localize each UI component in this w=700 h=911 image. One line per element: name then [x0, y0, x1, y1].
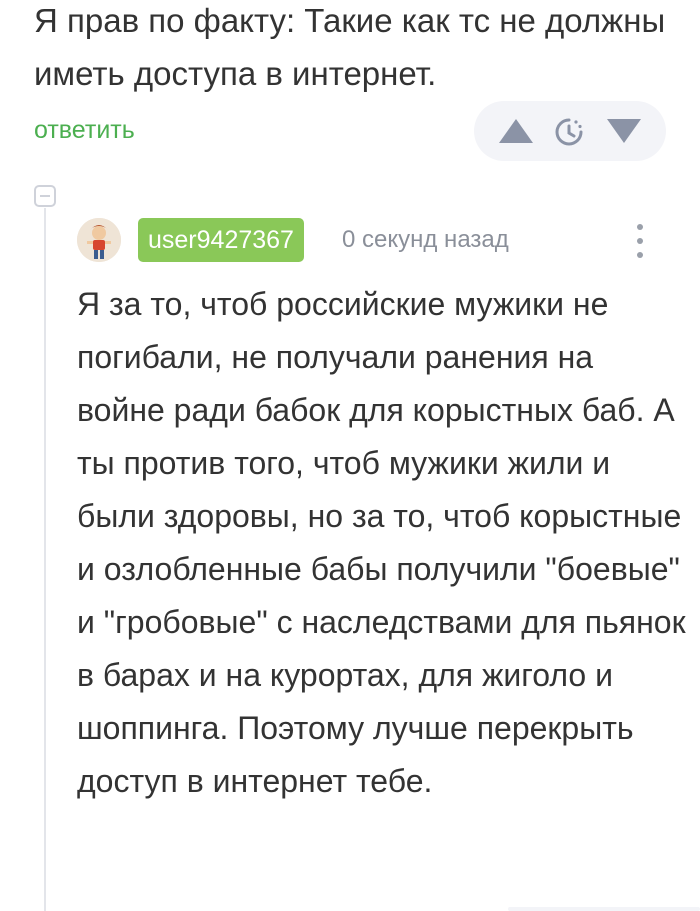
thread-line[interactable]: [44, 208, 46, 911]
avatar-image: [77, 218, 121, 262]
comment-timestamp[interactable]: 0 секунд назад: [342, 222, 509, 258]
username-badge[interactable]: user9427367: [138, 218, 304, 262]
next-comment-edge: [508, 907, 700, 911]
triangle-up-icon[interactable]: [498, 118, 534, 144]
clock-icon[interactable]: [554, 117, 584, 147]
vote-controls: [474, 101, 666, 161]
triangle-down-icon[interactable]: [606, 118, 642, 144]
avatar[interactable]: [77, 218, 121, 262]
parent-comment-text: Я прав по факту: Такие как тс не должны …: [34, 2, 666, 92]
more-options-icon[interactable]: [630, 220, 650, 262]
comment-text: Я за то, чтоб российские мужики не погиб…: [77, 286, 686, 799]
collapse-thread-icon[interactable]: [34, 185, 56, 207]
reply-link[interactable]: ответить: [34, 112, 135, 148]
